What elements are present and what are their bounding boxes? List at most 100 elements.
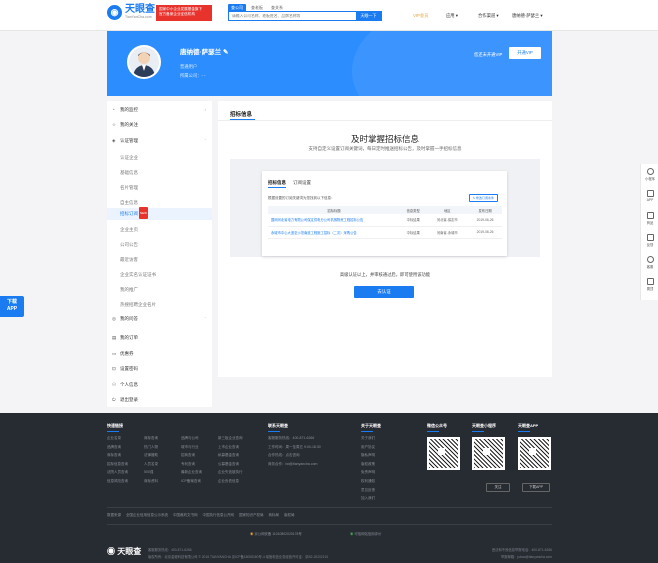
footer-link[interactable]: 法院人员查询 xyxy=(107,468,144,477)
trust-badge[interactable]: ◉ 可信网站信用评价 xyxy=(350,531,381,536)
sidebar-sub-card-manage[interactable]: 名片管理 xyxy=(107,182,212,193)
footer-link[interactable]: 上市企业查询 xyxy=(218,443,255,452)
footer-link[interactable]: 专利查询 xyxy=(181,460,218,469)
footer-link[interactable]: 加入我们 xyxy=(361,494,375,503)
footer-link[interactable]: 招商查询 xyxy=(181,451,218,460)
footer-link[interactable]: 版权政策 xyxy=(361,460,375,469)
footer-divider xyxy=(107,507,552,508)
footer-link[interactable]: 版权局 xyxy=(284,513,295,518)
footer-link[interactable]: 关于我们 xyxy=(361,434,375,443)
footer-link[interactable]: 法律援助 xyxy=(144,451,181,460)
footer-link[interactable]: 信息风险查询 xyxy=(107,477,144,486)
footer-link[interactable]: 用户协议 xyxy=(361,443,375,452)
footer-link[interactable]: 商标资料 xyxy=(144,477,181,486)
row-type: 中标结果 xyxy=(400,226,427,239)
row-title: 国网河北省电力有限公司保定供电分公司机械物资工程招标公告 xyxy=(268,214,400,227)
rightbar-goods[interactable]: 商品 xyxy=(641,212,658,225)
open-vip-button[interactable]: 开通VIP xyxy=(509,47,541,59)
footer-divider xyxy=(107,524,552,525)
title-underline xyxy=(107,431,119,432)
follow-button[interactable]: 关注 xyxy=(486,483,510,492)
sidebar-item-auth[interactable]: ◈ 认证管理 ˆ xyxy=(107,138,212,144)
footer-link[interactable]: 免责声明 xyxy=(361,468,375,477)
footer-contact-title: 联系天眼查 xyxy=(268,423,288,432)
footer-link[interactable]: 招标信息查询 xyxy=(107,460,144,469)
footer-link[interactable]: 意见反馈 xyxy=(361,486,375,495)
download-app-button[interactable]: 下载APP xyxy=(522,483,550,492)
footer-link[interactable]: ICP备案查询 xyxy=(181,477,218,486)
avatar[interactable] xyxy=(127,45,161,79)
miniprogram-icon xyxy=(646,168,654,175)
sidebar-sub-visitors[interactable]: 最近访客 xyxy=(107,254,212,265)
sidebar-sub-announce[interactable]: 公司公告 xyxy=(107,239,212,250)
sidebar-item-logout[interactable]: ⏻ 退出登录 xyxy=(107,397,212,403)
sidebar-item-coupons[interactable]: ▭ 优惠券 xyxy=(107,351,212,357)
nav-partners[interactable]: 合作渠道 ▾ xyxy=(478,13,499,19)
footer-link[interactable]: 企业失信被执行 xyxy=(218,468,255,477)
row-date: 2019-06-26 xyxy=(468,214,502,227)
footer-link[interactable]: 中国裁判文书网 xyxy=(173,513,198,518)
footer-link[interactable]: 城市与行业 xyxy=(181,443,218,452)
footer-link[interactable]: 商标查询 xyxy=(144,434,181,443)
footer-link[interactable]: 商标查询 xyxy=(107,451,144,460)
rightbar-miniprogram[interactable]: 小程序 xyxy=(641,168,658,181)
sidebar-sub-hot-cards[interactable]: 热搜招聘企业名片 xyxy=(107,299,212,310)
sidebar-item-monitor[interactable]: ◔ 我的监控 › xyxy=(107,107,212,113)
rightbar-app[interactable]: APP xyxy=(641,190,658,202)
sidebar-sub-bid-subscribe[interactable]: 招标订阅 NEW xyxy=(107,207,212,220)
sidebar-sub-auth-company[interactable]: 认证企业 xyxy=(107,152,212,163)
sidebar-item-orders[interactable]: ▤ 我的订单 xyxy=(107,335,212,341)
sidebar-sub-promote[interactable]: 我的推广 xyxy=(107,284,212,295)
report-hotline: 违法和不良信息举报电话：400-871-6266 xyxy=(491,548,552,552)
footer-link[interactable]: 企业名录 xyxy=(107,434,144,443)
site-logo[interactable]: ◉ 天眼查 TianYanCha.com xyxy=(107,5,155,20)
footer-link[interactable]: 最新企业查询 xyxy=(181,468,218,477)
police-beian[interactable]: ◉ 京公网安备 11010802020178号 xyxy=(250,531,302,536)
user-name-text: 唐纳德·萨瑟兰 xyxy=(180,49,222,56)
footer-link[interactable]: 中国执行信息公开网 xyxy=(203,513,235,518)
edit-name-icon[interactable]: ✎ xyxy=(223,49,228,56)
rightbar-service[interactable]: 客服 xyxy=(641,256,658,269)
chevron-up-icon: ˆ xyxy=(204,138,206,143)
footer-link[interactable]: 全国企业信用信息公示系统 xyxy=(126,513,168,518)
rightbar-feedback[interactable]: 反馈 xyxy=(641,234,658,247)
footer-link[interactable]: 品牌查询 xyxy=(107,443,144,452)
nav-apps[interactable]: 应用 ▾ xyxy=(446,13,458,19)
vip-link[interactable]: VIP会员 xyxy=(413,13,429,19)
footer-link[interactable]: 热门人物 xyxy=(144,443,181,452)
sidebar-sub-own-info[interactable]: 自主信息 xyxy=(107,197,212,208)
footer-quicklinks-title: 快速链接 xyxy=(107,423,123,432)
app-qrcode xyxy=(518,437,551,470)
footer-link[interactable]: 权利通知 xyxy=(361,477,375,486)
sidebar-item-profile[interactable]: ⚇ 个人信息 xyxy=(107,382,212,388)
footer-link[interactable]: 品牌与公司 xyxy=(181,434,218,443)
sidebar-item-password[interactable]: ⊡ 设置密码 xyxy=(107,366,212,372)
sidebar-item-follow[interactable]: ☆ 我的关注 xyxy=(107,122,212,128)
nav-user-menu[interactable]: 唐纳德·萨瑟兰 ▾ xyxy=(512,13,543,19)
rightbar-label: 置顶 xyxy=(646,287,654,291)
rightbar-top[interactable]: 置顶 xyxy=(641,278,658,291)
footer-link[interactable]: 国家知识产权局 xyxy=(239,513,264,518)
footer-link[interactable]: 公募基金查询 xyxy=(218,460,255,469)
contact-line[interactable]: 合作热线：点击咨询 xyxy=(268,451,321,460)
footer-link[interactable]: 企业负债信息 xyxy=(218,477,255,486)
download-app-tab[interactable]: 下载 APP xyxy=(0,296,24,317)
footer-link[interactable]: 人员名录 xyxy=(144,460,181,469)
footer-link[interactable]: 私募基金查询 xyxy=(218,451,255,460)
go-auth-button[interactable]: 去认证 xyxy=(354,286,414,298)
sidebar-sub-basic-info[interactable]: 基础信息 xyxy=(107,167,212,178)
title-underline xyxy=(518,431,530,432)
row-title: 永城市中心大道至沙坦南道工程施工招标（二次）采购公告 xyxy=(268,226,400,239)
promo-banner[interactable]: 国家中小企业发展基金旗下 官方备案企业征信机构 xyxy=(156,5,212,21)
search-input[interactable] xyxy=(230,12,358,20)
rightbar-label: 反馈 xyxy=(646,243,654,247)
sidebar-item-qa[interactable]: ◎ 我的问答 ˇ xyxy=(107,316,212,322)
footer-link[interactable]: 隐私声明 xyxy=(361,451,375,460)
search-button[interactable]: 天眼一下 xyxy=(356,12,381,20)
sidebar-sub-certificate[interactable]: 企业实名认证证书 xyxy=(107,269,212,280)
footer-link[interactable]: 500强 xyxy=(144,468,181,477)
footer-link[interactable]: 商标局 xyxy=(269,513,280,518)
sidebar-sub-homepage[interactable]: 企业主页 xyxy=(107,224,212,235)
quicklinks-grid: 企业名录 商标查询 品牌与公司 新三板企业查询 品牌查询 热门人物 城市与行业 上市企业查询… xyxy=(107,434,257,486)
footer-link[interactable]: 新三板企业查询 xyxy=(218,434,255,443)
